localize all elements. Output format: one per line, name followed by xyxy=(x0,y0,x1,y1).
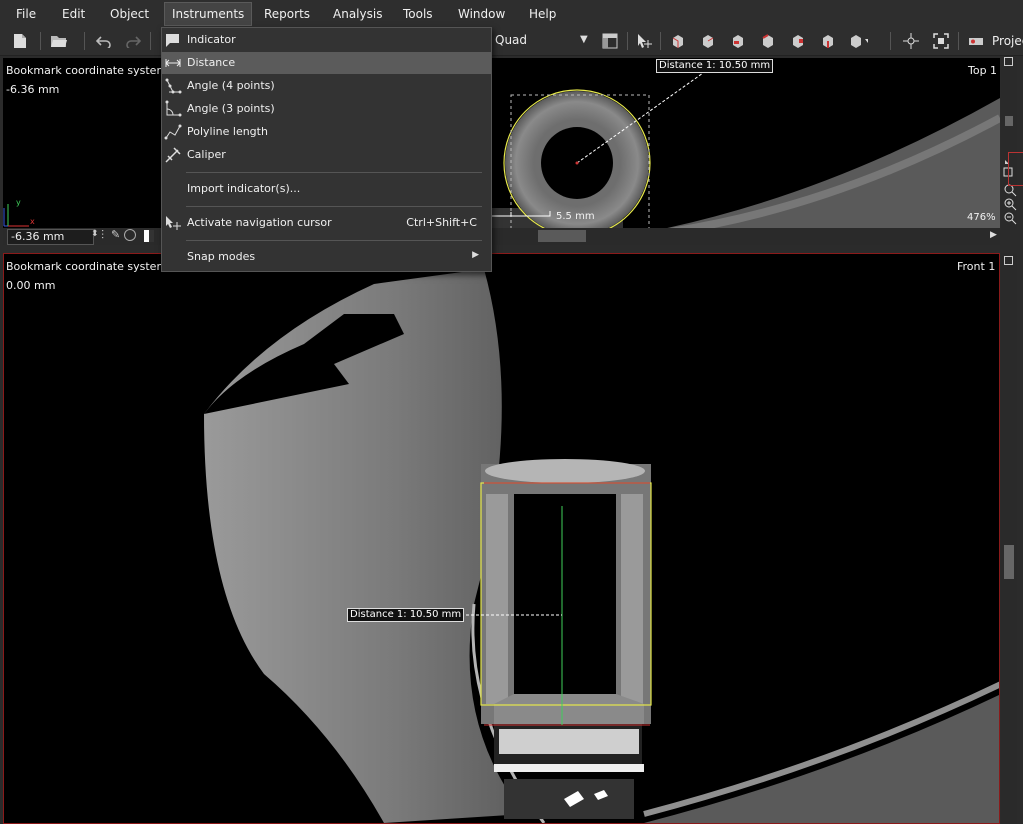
render-mode-select[interactable]: Quad xyxy=(495,33,527,47)
new-file-icon[interactable] xyxy=(10,31,30,51)
top-view-name: Top 1 xyxy=(968,64,998,77)
cube-view-6-icon[interactable] xyxy=(818,31,838,51)
menu-item-distance[interactable]: Distance xyxy=(162,52,491,74)
menu-item-snap-modes[interactable]: Snap modes ▶ xyxy=(162,246,491,268)
top-distance-label[interactable]: Distance 1: 10.50 mm xyxy=(656,59,774,73)
top-hscroll-thumb[interactable] xyxy=(538,230,586,242)
menu-item-angle-4[interactable]: Angle (4 points) xyxy=(162,75,491,97)
cube-view-3-icon[interactable] xyxy=(728,31,748,51)
angle-4-points-icon xyxy=(164,77,182,95)
menu-help[interactable]: Help xyxy=(529,5,556,23)
front-view[interactable]: Bookmark coordinate system 0.00 mm Front… xyxy=(3,253,1000,824)
menu-item-indicator[interactable]: Indicator xyxy=(162,29,491,51)
menu-item-navigation-cursor[interactable]: Activate navigation cursor Ctrl+Shift+C xyxy=(162,212,491,234)
fit-view-icon[interactable] xyxy=(931,31,951,51)
scroll-right-icon[interactable]: ▶ xyxy=(990,230,997,240)
select-cursor-icon[interactable] xyxy=(634,31,654,51)
slice-tool-icon[interactable]: ⫶ xyxy=(101,228,104,243)
menu-item-import-indicators[interactable]: Import indicator(s)... xyxy=(162,178,491,200)
cube-dropdown-icon[interactable] xyxy=(848,31,868,51)
maximize-top-view-button[interactable] xyxy=(1004,57,1013,66)
menu-separator xyxy=(186,172,482,173)
maximize-front-view-button[interactable] xyxy=(1004,256,1013,265)
top-coord-system: Bookmark coordinate system xyxy=(6,64,168,77)
project-label[interactable]: Projec xyxy=(992,34,1023,48)
front-coord-system: Bookmark coordinate system xyxy=(6,260,168,273)
move-icon[interactable] xyxy=(901,31,921,51)
front-vscroll-thumb[interactable] xyxy=(1004,545,1014,579)
cube-view-4-icon[interactable] xyxy=(758,31,778,51)
menu-reports[interactable]: Reports xyxy=(264,5,310,23)
menu-tools[interactable]: Tools xyxy=(403,5,433,23)
distance-icon xyxy=(164,54,182,72)
open-folder-icon[interactable] xyxy=(49,31,69,51)
menu-analysis[interactable]: Analysis xyxy=(333,5,382,23)
undo-icon[interactable] xyxy=(94,31,114,51)
menu-item-caliper[interactable]: Caliper xyxy=(162,144,491,166)
top-vscroll-thumb[interactable] xyxy=(1005,116,1013,126)
menu-separator xyxy=(186,240,482,241)
layout-icon[interactable] xyxy=(600,31,620,51)
navigation-cursor-icon xyxy=(164,214,182,232)
toolbar: Quad ▼ Projec xyxy=(0,27,1023,56)
submenu-arrow-icon: ▶ xyxy=(472,250,479,260)
chevron-down-icon[interactable]: ▼ xyxy=(580,34,588,45)
axis-x-label: x xyxy=(30,217,35,226)
top-position: -6.36 mm xyxy=(6,83,60,96)
menu-instruments[interactable]: Instruments xyxy=(164,2,253,26)
side-panel-marker[interactable] xyxy=(1008,152,1023,186)
cube-view-1-icon[interactable] xyxy=(668,31,688,51)
front-distance-label[interactable]: Distance 1: 10.50 mm xyxy=(347,608,465,622)
spin-arrows-icon[interactable]: ⬍ xyxy=(91,229,99,239)
top-view-image xyxy=(3,72,1000,228)
axis-y-label: y xyxy=(16,198,21,207)
cube-view-5-icon[interactable] xyxy=(788,31,808,51)
circle-tool-icon[interactable] xyxy=(124,229,136,241)
menu-item-angle-3[interactable]: Angle (3 points) xyxy=(162,98,491,120)
menu-bar: File Edit Object Instruments Reports Ana… xyxy=(0,0,1023,27)
contrast-icon[interactable] xyxy=(144,230,154,242)
instruments-menu: Indicator Distance Angle (4 points) Angl… xyxy=(161,27,492,272)
cube-view-2-icon[interactable] xyxy=(698,31,718,51)
polyline-icon xyxy=(164,123,182,141)
slice-position-input[interactable]: -6.36 mm xyxy=(7,229,94,245)
pin-icon[interactable]: ✎ xyxy=(111,228,120,241)
front-position: 0.00 mm xyxy=(6,279,56,292)
scale-bar-label: 5.5 mm xyxy=(556,211,595,222)
front-vertical-scrollbar[interactable] xyxy=(1001,253,1017,824)
menu-window[interactable]: Window xyxy=(458,5,505,23)
redo-icon[interactable] xyxy=(123,31,143,51)
zoom-level: 476% xyxy=(967,212,996,223)
indicator-icon xyxy=(164,31,182,49)
angle-3-points-icon xyxy=(164,100,182,118)
shortcut-label: Ctrl+Shift+C xyxy=(406,216,477,229)
menu-item-polyline[interactable]: Polyline length xyxy=(162,121,491,143)
top-view-slice-bar: -6.36 mm ⬍ ⫶ ✎ ▶ xyxy=(3,228,1000,245)
menu-separator xyxy=(186,206,482,207)
top-view[interactable]: Bookmark coordinate system -6.36 mm Top … xyxy=(3,58,1000,228)
front-view-image xyxy=(204,269,999,823)
front-view-name: Front 1 xyxy=(957,260,996,273)
caliper-icon xyxy=(164,146,182,164)
menu-object[interactable]: Object xyxy=(110,5,149,23)
projector-icon[interactable] xyxy=(966,31,986,51)
menu-edit[interactable]: Edit xyxy=(62,5,85,23)
menu-file[interactable]: File xyxy=(16,5,36,23)
